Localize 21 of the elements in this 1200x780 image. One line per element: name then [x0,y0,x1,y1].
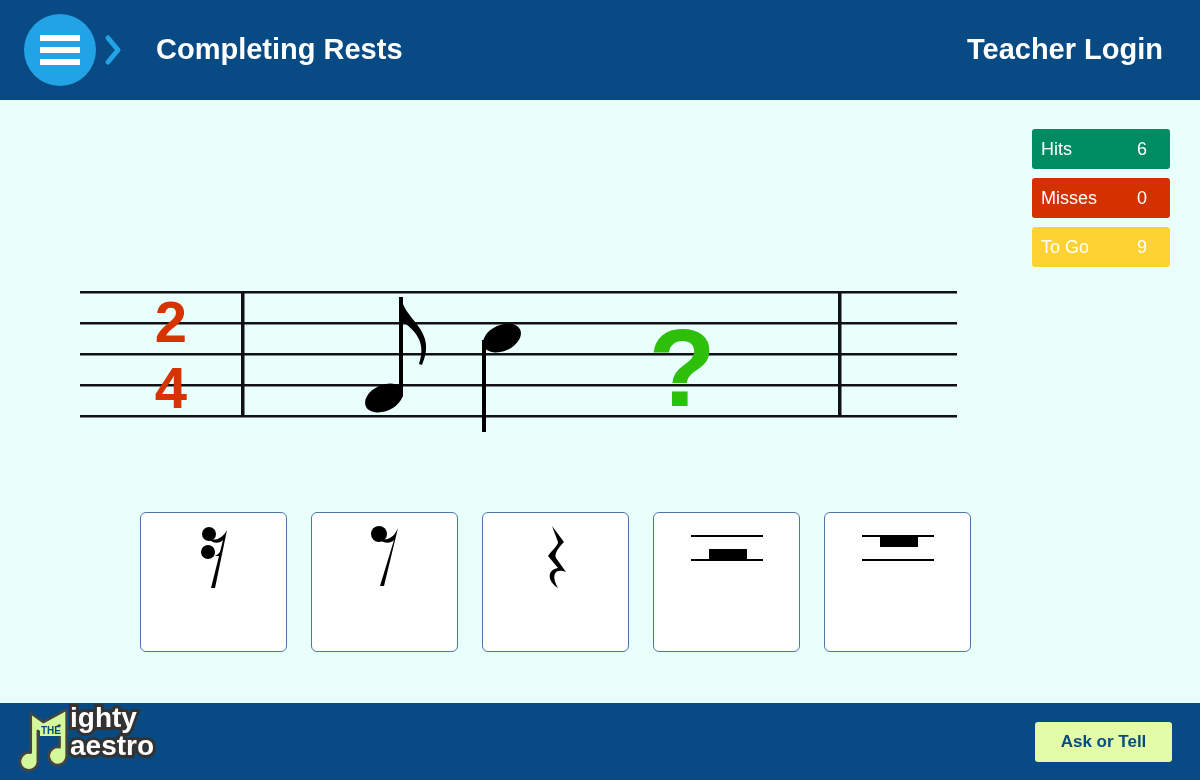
logo-small-text: THE [40,726,62,736]
eighth-rest-icon [369,525,400,587]
counter-label: Hits [1041,137,1073,161]
logo-text: ighty [70,704,138,732]
dotted-eighth-rest-icon [198,525,229,590]
page-title: Completing Rests [156,32,403,68]
rest-choice-card[interactable] [824,512,971,652]
counter-label: To Go [1041,235,1091,259]
menu-icon [40,35,80,65]
rest-choice-card[interactable] [653,512,800,652]
counter-value: 9 [1137,235,1147,259]
eighth-note-icon [365,297,427,413]
rest-choice-card[interactable] [140,512,287,652]
counter-label: Misses [1041,186,1098,210]
chevron-right-icon [104,34,122,66]
counter-value: 6 [1137,137,1147,161]
logo-text: aestro [70,732,155,760]
teacher-login-link[interactable]: Teacher Login [966,28,1163,72]
ask-or-tell-button[interactable]: Ask or Tell [1035,721,1172,762]
quarter-note-icon [482,323,521,432]
counter-value: 0 [1137,186,1147,210]
